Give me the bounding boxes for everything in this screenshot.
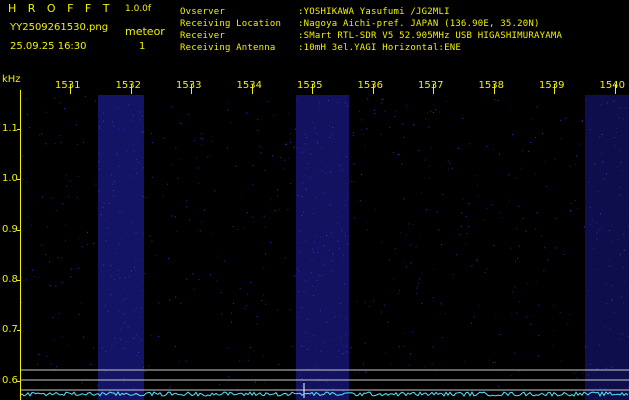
y-tick-label: 0.9 <box>2 223 18 235</box>
y-tick-mark <box>17 129 21 130</box>
x-tick-mark <box>372 84 374 94</box>
x-tick-label: 1532 <box>115 80 141 91</box>
signal-band-1535 <box>296 95 349 400</box>
y-tick-label: 1.1 <box>2 123 18 134</box>
y-tick-mark <box>17 330 21 332</box>
y-tick-mark <box>17 179 21 181</box>
y-tick-mark <box>17 380 21 382</box>
y-tick-mark <box>17 229 21 231</box>
y-tick-label: 0.7 <box>2 324 18 336</box>
y-tick-label: 0.6 <box>2 374 18 386</box>
x-tick-mark <box>70 84 71 94</box>
x-tick-mark <box>251 84 253 94</box>
x-tick-label: 1537 <box>418 80 444 91</box>
x-tick-label: 1540 <box>599 80 625 91</box>
y-tick-label: 1.0 <box>2 173 18 185</box>
x-tick-mark <box>554 84 555 94</box>
y-tick-label: 0.8 <box>2 273 18 285</box>
x-tick-mark <box>433 84 434 94</box>
x-tick-mark <box>191 84 192 94</box>
x-tick-mark <box>493 84 495 94</box>
x-tick-label: 1538 <box>478 80 504 91</box>
spectrogram <box>19 95 629 400</box>
signal-band-1532 <box>98 95 144 400</box>
x-tick-label: 1531 <box>55 80 81 91</box>
x-tick-mark <box>130 84 132 94</box>
x-tick-label: 1539 <box>539 80 565 91</box>
y-tick-mark <box>17 279 21 281</box>
x-tick-label: 1535 <box>297 80 323 91</box>
signal-band-1540 <box>585 95 629 400</box>
x-tick-label: 1536 <box>357 80 383 91</box>
x-tick-mark <box>614 84 616 94</box>
y-axis-line <box>20 90 21 400</box>
x-tick-label: 1534 <box>236 80 262 91</box>
x-tick-label: 1533 <box>176 80 202 91</box>
x-tick-mark <box>312 84 313 94</box>
y-axis-unit: kHz <box>2 74 21 85</box>
